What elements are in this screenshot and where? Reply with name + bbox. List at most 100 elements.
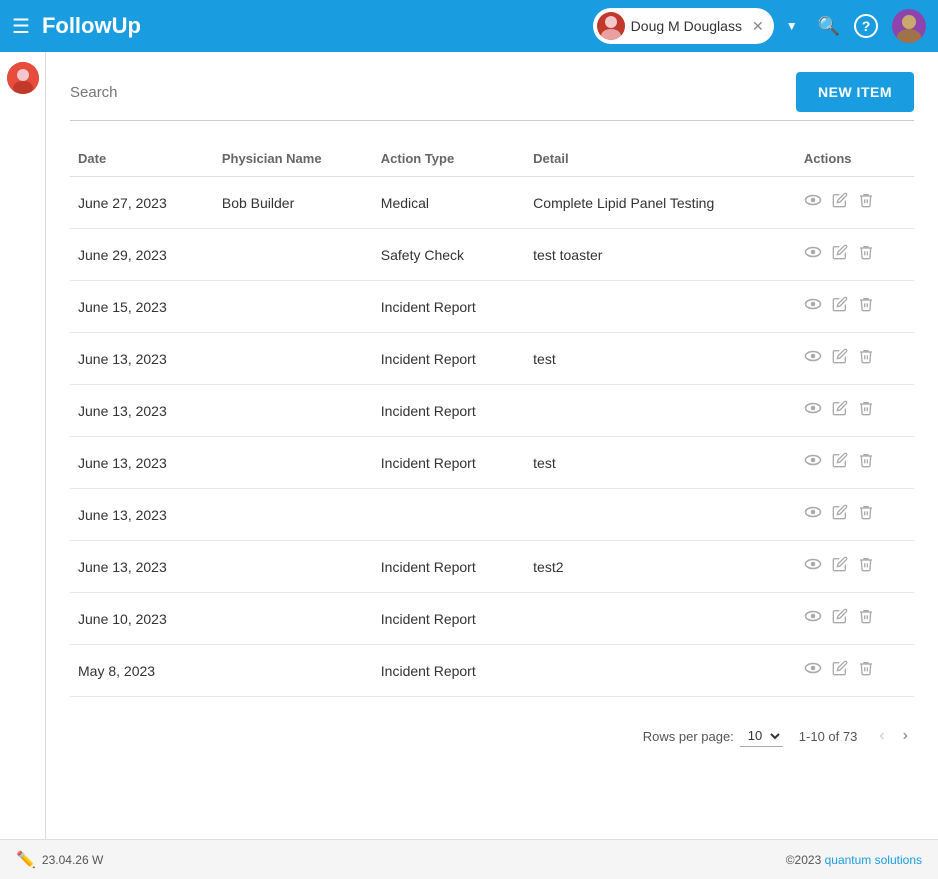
search-input[interactable] [70, 84, 784, 101]
cell-date: June 13, 2023 [70, 333, 214, 385]
sidebar [0, 52, 46, 839]
delete-icon[interactable] [858, 608, 874, 629]
cell-detail [525, 385, 796, 437]
cell-date: June 13, 2023 [70, 541, 214, 593]
delete-icon[interactable] [858, 660, 874, 681]
cell-actions [796, 333, 914, 385]
view-icon[interactable] [804, 451, 822, 474]
cell-physician [214, 489, 373, 541]
cell-actions [796, 177, 914, 229]
cell-detail: Complete Lipid Panel Testing [525, 177, 796, 229]
cell-detail [525, 593, 796, 645]
cell-physician [214, 541, 373, 593]
data-table: Date Physician Name Action Type Detail A… [70, 141, 914, 697]
table-row: June 13, 2023 Incident Report test [70, 333, 914, 385]
sidebar-user-avatar[interactable] [7, 62, 39, 94]
view-icon[interactable] [804, 399, 822, 422]
search-icon[interactable]: 🔍 [818, 16, 840, 37]
cell-action-type [373, 489, 525, 541]
cell-actions [796, 281, 914, 333]
cell-physician [214, 333, 373, 385]
prev-page-button[interactable]: ‹ [873, 725, 890, 747]
edit-icon[interactable] [832, 608, 848, 629]
edit-icon[interactable] [832, 192, 848, 213]
edit-icon[interactable] [832, 348, 848, 369]
cell-actions [796, 645, 914, 697]
delete-icon[interactable] [858, 452, 874, 473]
cell-detail: test2 [525, 541, 796, 593]
cell-physician: Bob Builder [214, 177, 373, 229]
cell-date: June 27, 2023 [70, 177, 214, 229]
rows-per-page: Rows per page: 5 10 25 50 [643, 725, 783, 747]
cell-actions [796, 489, 914, 541]
col-header-date: Date [70, 141, 214, 177]
cell-date: June 13, 2023 [70, 385, 214, 437]
footer-left: ✏️ 23.04.26 W [16, 850, 103, 870]
cell-physician [214, 229, 373, 281]
rows-per-page-label: Rows per page: [643, 729, 734, 744]
edit-icon[interactable] [832, 400, 848, 421]
app-title: FollowUp [42, 13, 581, 39]
new-item-button[interactable]: NEW ITEM [796, 72, 914, 112]
col-header-action-type: Action Type [373, 141, 525, 177]
table-row: June 27, 2023 Bob Builder Medical Comple… [70, 177, 914, 229]
rows-per-page-select[interactable]: 5 10 25 50 [740, 725, 783, 747]
delete-icon[interactable] [858, 556, 874, 577]
delete-icon[interactable] [858, 504, 874, 525]
cell-date: June 13, 2023 [70, 437, 214, 489]
delete-icon[interactable] [858, 192, 874, 213]
col-header-detail: Detail [525, 141, 796, 177]
edit-icon[interactable] [832, 660, 848, 681]
col-header-physician: Physician Name [214, 141, 373, 177]
menu-icon[interactable]: ☰ [12, 14, 30, 39]
user-badge-name: Doug M Douglass [631, 18, 742, 34]
table-row: June 13, 2023 [70, 489, 914, 541]
cell-action-type: Incident Report [373, 645, 525, 697]
view-icon[interactable] [804, 607, 822, 630]
edit-icon[interactable] [832, 556, 848, 577]
table-row: June 29, 2023 Safety Check test toaster [70, 229, 914, 281]
view-icon[interactable] [804, 243, 822, 266]
dropdown-arrow-icon[interactable]: ▼ [786, 19, 798, 33]
view-icon[interactable] [804, 503, 822, 526]
topnav: ☰ FollowUp Doug M Douglass ✕ ▼ 🔍 ? [0, 0, 938, 52]
view-icon[interactable] [804, 555, 822, 578]
user-badge-close[interactable]: ✕ [752, 18, 764, 35]
cell-date: June 10, 2023 [70, 593, 214, 645]
next-page-button[interactable]: › [897, 725, 914, 747]
cell-detail: test [525, 437, 796, 489]
view-icon[interactable] [804, 347, 822, 370]
pagination: Rows per page: 5 10 25 50 1-10 of 73 ‹ › [70, 717, 914, 755]
delete-icon[interactable] [858, 348, 874, 369]
delete-icon[interactable] [858, 244, 874, 265]
cell-action-type: Medical [373, 177, 525, 229]
cell-physician [214, 593, 373, 645]
cell-action-type: Incident Report [373, 333, 525, 385]
view-icon[interactable] [804, 295, 822, 318]
cell-physician [214, 437, 373, 489]
view-icon[interactable] [804, 191, 822, 214]
user-badge[interactable]: Doug M Douglass ✕ [593, 8, 774, 44]
table-row: June 15, 2023 Incident Report [70, 281, 914, 333]
delete-icon[interactable] [858, 400, 874, 421]
edit-icon[interactable] [832, 296, 848, 317]
delete-icon[interactable] [858, 296, 874, 317]
content-area: NEW ITEM Date Physician Name Action Type… [46, 52, 938, 839]
help-icon[interactable]: ? [854, 14, 878, 38]
cell-actions [796, 385, 914, 437]
view-icon[interactable] [804, 659, 822, 682]
footer-copyright: ©2023 [786, 853, 822, 867]
cell-action-type: Incident Report [373, 281, 525, 333]
table-row: June 13, 2023 Incident Report test2 [70, 541, 914, 593]
edit-icon[interactable] [832, 504, 848, 525]
footer-brand-link[interactable]: quantum solutions [825, 853, 922, 867]
cell-physician [214, 645, 373, 697]
profile-avatar[interactable] [892, 9, 926, 43]
cell-actions [796, 593, 914, 645]
cell-detail [525, 489, 796, 541]
table-row: June 13, 2023 Incident Report test [70, 437, 914, 489]
topnav-icons: 🔍 ? [818, 9, 926, 43]
app-version: 23.04.26 W [42, 853, 103, 867]
edit-icon[interactable] [832, 452, 848, 473]
edit-icon[interactable] [832, 244, 848, 265]
